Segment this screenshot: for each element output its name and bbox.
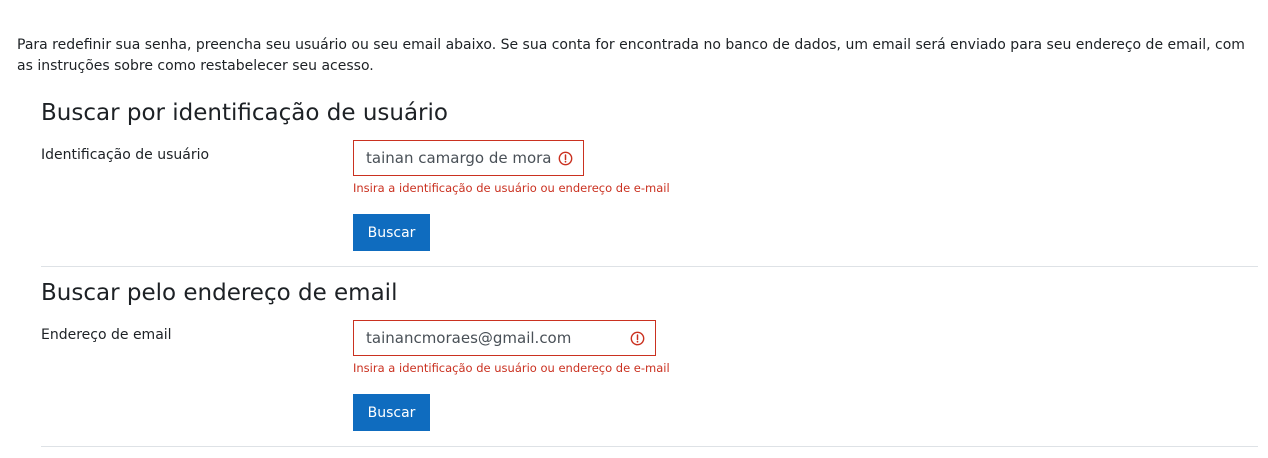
username-search-section: Buscar por identificação de usuário Iden… [41,96,1258,267]
search-email-button[interactable]: Buscar [353,394,430,431]
email-input[interactable] [366,329,624,347]
section-divider [41,446,1258,447]
username-section-title: Buscar por identificação de usuário [41,100,448,126]
exclamation-circle-icon [630,331,645,345]
email-label: Endereço de email [41,327,172,343]
email-input-wrapper [353,320,656,356]
section-divider [41,266,1258,267]
search-username-button[interactable]: Buscar [353,214,430,251]
forgot-password-page: Para redefinir sua senha, preencha seu u… [0,0,1268,458]
email-error-message: Insira a identificação de usuário ou end… [353,361,670,375]
intro-text: Para redefinir sua senha, preencha seu u… [17,37,1245,74]
username-error-message: Insira a identificação de usuário ou end… [353,181,670,195]
username-label: Identificação de usuário [41,147,210,163]
username-input[interactable] [366,149,552,167]
email-section-title: Buscar pelo endereço de email [41,280,398,306]
exclamation-circle-icon [558,151,573,165]
username-input-wrapper [353,140,584,176]
email-search-section: Buscar pelo endereço de email Endereço d… [41,276,1258,447]
